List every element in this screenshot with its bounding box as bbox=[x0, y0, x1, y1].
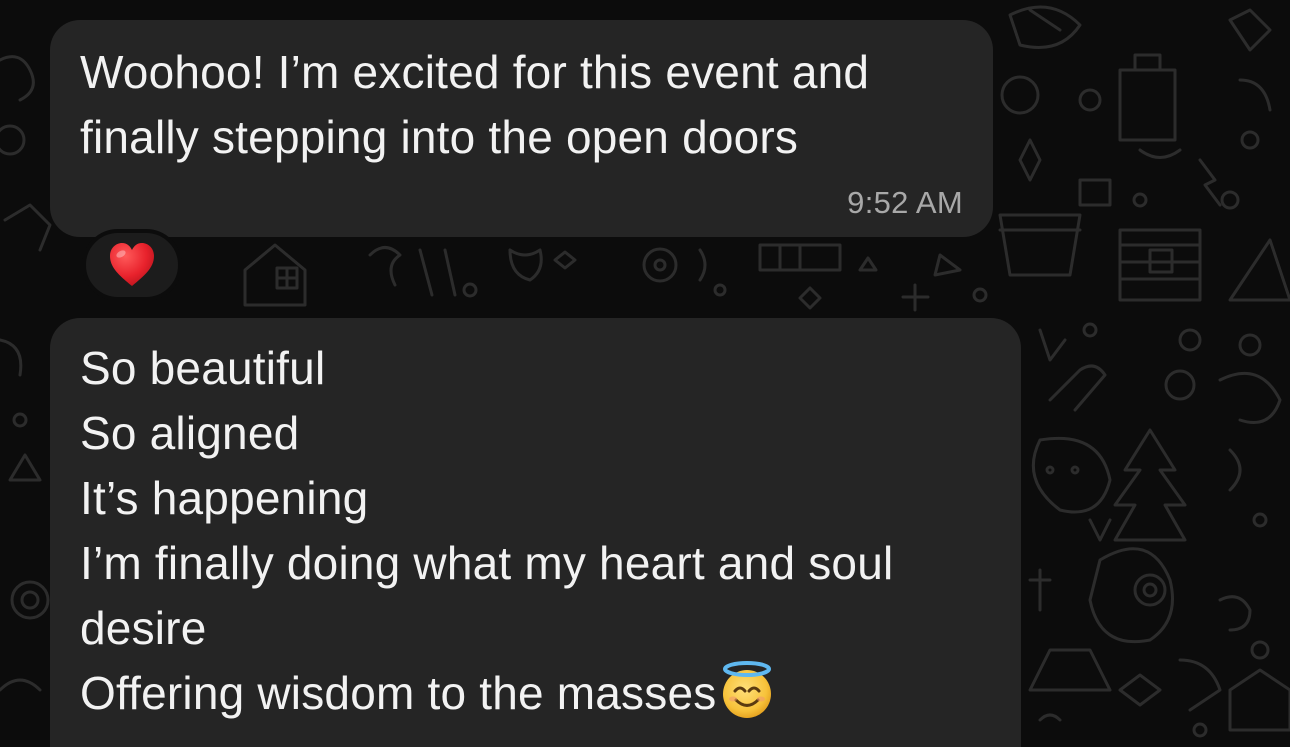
message-text-line: So beautiful bbox=[80, 342, 326, 394]
message-timestamp: 9:52 AM bbox=[847, 185, 963, 220]
message-text-line: Woohoo! I’m excited for this event and bbox=[80, 46, 870, 98]
message-bubble[interactable]: Woohoo! I’m excited for this event and f… bbox=[50, 20, 993, 237]
heart-emoji-icon bbox=[110, 243, 154, 286]
message-text-line: finally stepping into the open doors bbox=[80, 111, 799, 163]
message-text-line-with-emoji: Offering wisdom to the masses bbox=[80, 661, 991, 726]
smiling-face-with-halo-icon bbox=[723, 661, 772, 718]
message-text: Offering wisdom to the masses bbox=[80, 667, 717, 719]
message-bubble[interactable]: So beautiful So aligned It’s happening I… bbox=[50, 318, 1021, 747]
message-text-line: I’m finally doing what my heart and soul bbox=[80, 537, 894, 589]
message-text-line: It’s happening bbox=[80, 472, 369, 524]
message-text-line: desire bbox=[80, 602, 207, 654]
message-text-line: So aligned bbox=[80, 407, 300, 459]
message-reaction[interactable] bbox=[82, 229, 182, 301]
chat-background: Woohoo! I’m excited for this event and f… bbox=[0, 0, 1290, 747]
